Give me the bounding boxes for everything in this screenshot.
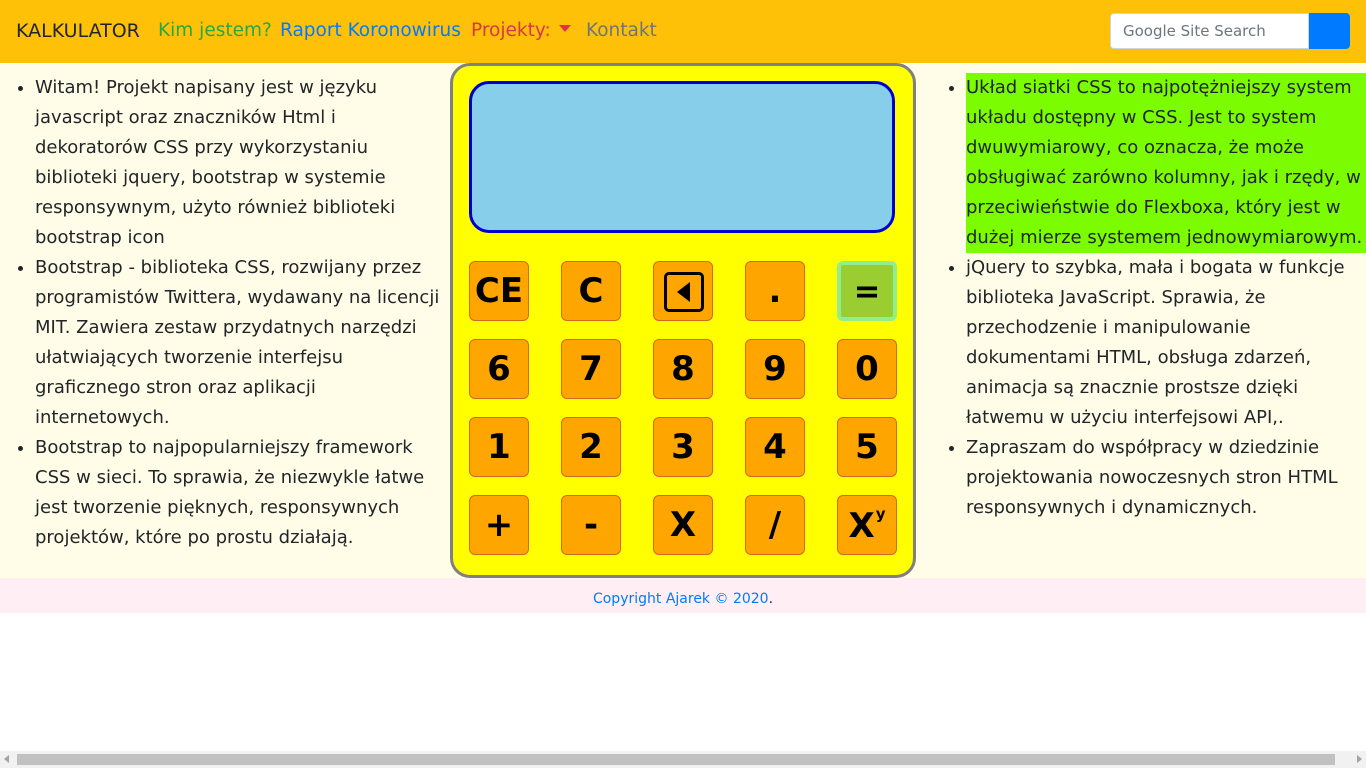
equals-button[interactable]: = — [837, 261, 897, 321]
digit-0-button[interactable]: 0 — [837, 339, 897, 399]
scroll-right-icon[interactable] — [1357, 755, 1362, 763]
clear-entry-button[interactable]: CE — [469, 261, 529, 321]
nav-link-projekty-label: Projekty: — [471, 20, 551, 41]
list-item-highlighted: Układ siatki CSS to najpotężniejszy syst… — [966, 73, 1366, 253]
digit-7-button[interactable]: 7 — [561, 339, 621, 399]
nav-link-projekty-dropdown[interactable]: Projekty: — [471, 20, 571, 41]
nav-link-raport[interactable]: Raport Koronowirus — [280, 20, 461, 41]
list-item: jQuery to szybka, mała i bogata w funkcj… — [966, 253, 1366, 433]
scroll-left-icon[interactable] — [4, 755, 9, 763]
right-info-list: Układ siatki CSS to najpotężniejszy syst… — [931, 73, 1366, 523]
copyright-link[interactable]: Copyright Ajarek © 2020 — [593, 591, 769, 607]
digit-8-button[interactable]: 8 — [653, 339, 713, 399]
nav-link-kontakt[interactable]: Kontakt — [586, 20, 657, 41]
digit-2-button[interactable]: 2 — [561, 417, 621, 477]
digit-5-button[interactable]: 5 — [837, 417, 897, 477]
list-item: Bootstrap - biblioteka CSS, rozwijany pr… — [35, 253, 445, 433]
brand-logo[interactable]: KALKULATOR — [16, 20, 140, 42]
digit-9-button[interactable]: 9 — [745, 339, 805, 399]
calculator-display[interactable] — [469, 81, 895, 233]
backspace-icon — [664, 272, 704, 312]
nav-link-kim-jestem[interactable]: Kim jestem? — [158, 20, 272, 41]
minus-button[interactable]: - — [561, 495, 621, 555]
digit-3-button[interactable]: 3 — [653, 417, 713, 477]
digit-1-button[interactable]: 1 — [469, 417, 529, 477]
power-base-label: X — [848, 505, 875, 546]
power-button[interactable]: Xy — [837, 495, 897, 555]
search-input[interactable] — [1110, 13, 1309, 49]
list-item: Zapraszam do współpracy w dziedzinie pro… — [966, 433, 1366, 523]
power-exponent-label: y — [875, 504, 886, 523]
plus-button[interactable]: + — [469, 495, 529, 555]
divide-button[interactable]: / — [745, 495, 805, 555]
horizontal-scrollbar[interactable] — [0, 751, 1366, 768]
backspace-button[interactable] — [653, 261, 713, 321]
decimal-point-button[interactable]: . — [745, 261, 805, 321]
multiply-button[interactable]: X — [653, 495, 713, 555]
navbar: KALKULATOR Kim jestem? Raport Koronowiru… — [0, 0, 1366, 63]
calculator: CE C . = 6 7 8 9 0 1 2 3 4 5 + - X / Xy — [450, 63, 916, 578]
digit-6-button[interactable]: 6 — [469, 339, 529, 399]
caret-down-icon — [558, 25, 571, 32]
copyright-dot: . — [768, 591, 774, 607]
left-info-list: Witam! Projekt napisany jest w języku ja… — [0, 73, 445, 553]
main-content: Witam! Projekt napisany jest w języku ja… — [0, 63, 1366, 578]
digit-4-button[interactable]: 4 — [745, 417, 805, 477]
scrollbar-thumb[interactable] — [17, 754, 1335, 765]
search-button[interactable] — [1309, 13, 1350, 49]
footer: Copyright Ajarek © 2020. — [0, 578, 1366, 613]
list-item: Bootstrap to najpopularniejszy framework… — [35, 433, 445, 553]
clear-button[interactable]: C — [561, 261, 621, 321]
list-item: Witam! Projekt napisany jest w języku ja… — [35, 73, 445, 253]
